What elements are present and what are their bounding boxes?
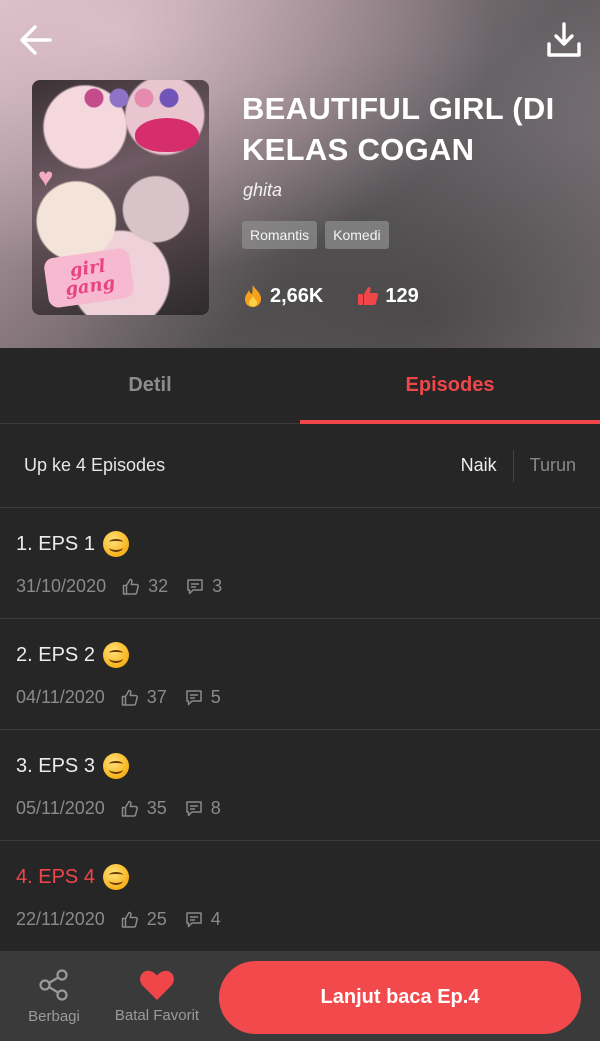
thumbs-up-outline-icon [122,578,140,596]
episode-meta: 04/11/2020 37 5 [16,687,584,708]
likes-count: 129 [385,284,419,307]
episode-meta: 22/11/2020 25 4 [16,909,584,930]
episode-date: 31/10/2020 [16,576,107,596]
episode-meta: 31/10/2020 32 3 [16,576,584,597]
views-stat: 2,66K [242,284,323,308]
smiling-face-icon [102,864,129,890]
thumbs-up-icon [358,287,379,305]
views-count: 2,66K [270,284,324,307]
comment-icon [185,800,203,818]
continue-reading-button[interactable]: Lanjut baca Ep.4 [219,961,581,1034]
episode-title-row: 2. EPS 2 [16,641,584,669]
cover-flower-crown [84,86,184,110]
smiling-face-icon [102,531,129,557]
thumbs-up-outline-icon [121,911,139,929]
episode-comments: 4 [210,909,221,929]
tab-episodes[interactable]: Episodes [300,348,600,424]
episode-item-current[interactable]: 4. EPS 4 22/11/2020 25 4 [0,841,600,952]
episode-date: 22/11/2020 [16,909,105,929]
arrow-left-icon [20,25,52,55]
episode-comments: 3 [212,576,223,596]
tag-komedi[interactable]: Komedi [325,221,389,249]
episode-likes: 37 [146,687,167,707]
cover-sticker: girl gang [42,247,136,309]
episode-likes: 25 [146,909,167,929]
tab-detil[interactable]: Detil [0,348,300,423]
episode-comments: 5 [210,687,221,707]
download-icon [547,22,581,57]
unfavorite-button[interactable]: Batal Favorit [102,969,212,1024]
cover-lips-graphic [135,118,199,152]
episode-title: 4. EPS 4 [16,865,95,888]
episode-date: 04/11/2020 [16,687,105,707]
fire-icon [245,285,261,307]
episode-comments: 8 [210,798,221,818]
cover-heart-icon: ♥ [38,162,54,192]
favorite-label: Batal Favorit [114,1006,200,1024]
smiling-face-icon [102,642,129,668]
episode-item[interactable]: 2. EPS 2 04/11/2020 37 5 [0,619,600,730]
comment-icon [185,689,203,707]
sort-descending-button[interactable]: Turun [514,455,576,476]
tab-bar: Detil Episodes [0,348,600,424]
share-button[interactable]: Berbagi [6,968,102,1025]
episode-item[interactable]: 3. EPS 3 05/11/2020 35 8 [0,730,600,841]
thumbs-up-outline-icon [121,800,139,818]
episode-list: 1. EPS 1 31/10/2020 32 3 2. EPS 2 04/11/… [0,508,600,952]
story-cover-image[interactable]: ♥ girl gang [32,80,209,315]
episode-likes: 32 [148,576,169,596]
episode-item[interactable]: 1. EPS 1 31/10/2020 32 3 [0,508,600,619]
episode-title-row: 4. EPS 4 [16,863,584,891]
share-icon [39,968,68,1001]
thumbs-up-outline-icon [121,689,139,707]
download-button[interactable] [542,18,586,62]
story-header: ♥ girl gang BEAUTIFUL GIRL (DI KELAS COG… [0,0,600,348]
story-stats: 2,66K 129 [242,284,419,308]
comment-icon [185,911,203,929]
genre-tags: Romantis Komedi [242,221,389,249]
episode-likes: 35 [146,798,167,818]
episode-meta: 05/11/2020 35 8 [16,798,584,819]
likes-stat: 129 [357,284,419,308]
episode-count: Up ke 4 Episodes [24,455,166,475]
episode-title: 2. EPS 2 [16,643,95,666]
story-author[interactable]: ghita [243,180,282,201]
comment-icon [186,578,204,596]
story-title: BEAUTIFUL GIRL (DI KELAS COGAN [242,91,555,167]
episodes-header: Up ke 4 Episodes Naik Turun [0,424,600,508]
heart-icon [140,970,174,1000]
episode-date: 05/11/2020 [16,798,105,818]
sort-toggle: Naik Turun [445,449,576,482]
episode-title: 1. EPS 1 [16,532,95,555]
smiling-face-icon [102,753,129,779]
episode-title-row: 1. EPS 1 [16,530,584,558]
sort-ascending-button[interactable]: Naik [445,455,513,476]
episode-title-row: 3. EPS 3 [16,752,584,780]
tag-romantis[interactable]: Romantis [242,221,318,249]
back-button[interactable] [14,18,58,62]
episode-title: 3. EPS 3 [16,754,95,777]
share-label: Berbagi [28,1007,80,1025]
